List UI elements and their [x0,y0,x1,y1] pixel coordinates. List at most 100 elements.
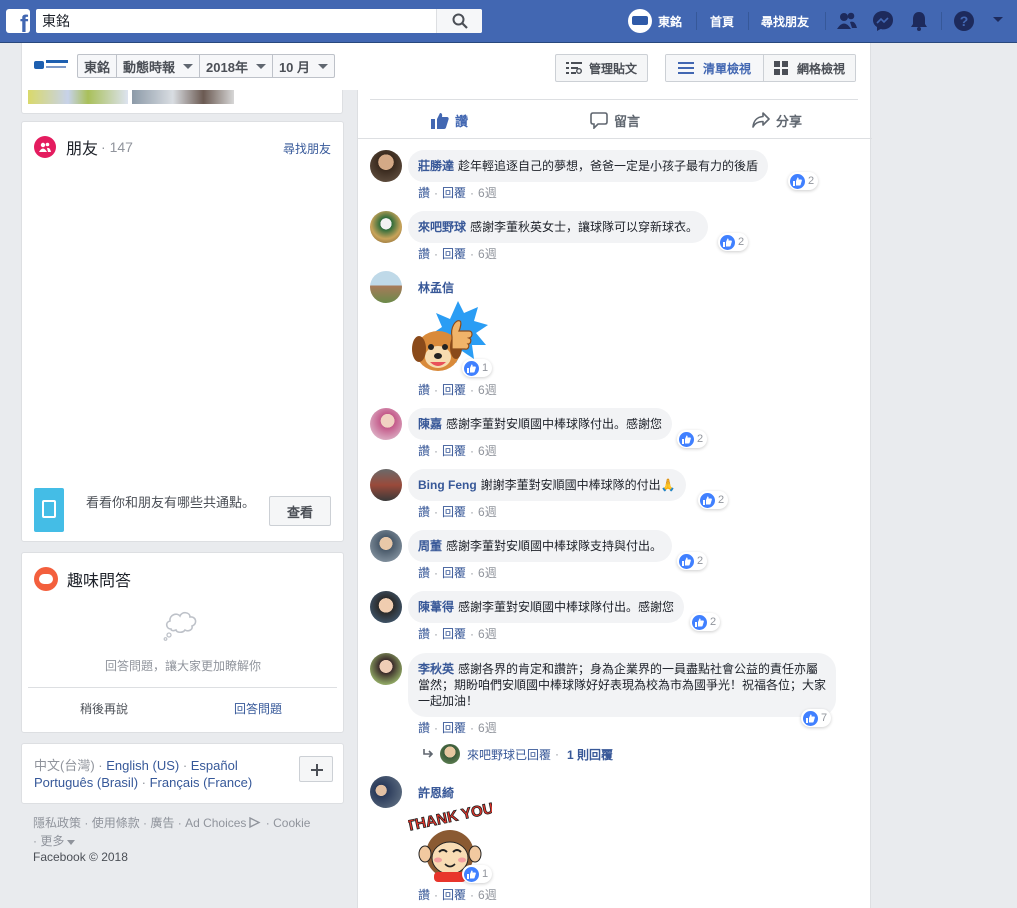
comment-reaction-count[interactable]: 1 [462,359,493,377]
filter-name-dropdown[interactable]: 東銘 [78,55,118,77]
search-box [36,9,482,33]
footer-link[interactable]: Ad Choices [185,816,246,830]
comment-reaction-count[interactable]: 2 [718,233,749,251]
footer-link[interactable]: 廣告 [150,816,174,830]
footer-link[interactable]: 使用條款 [92,816,140,830]
comment-like-link[interactable]: 讚 [418,566,430,580]
find-friends-link[interactable]: 尋找朋友 [761,13,809,30]
comment-reaction-count[interactable]: 2 [788,172,819,190]
comment-time[interactable]: 6週 [478,247,497,261]
footer-link[interactable]: Cookie [273,816,310,830]
photo-thumbnail[interactable] [132,90,234,104]
commenter-avatar[interactable] [370,530,402,562]
qa-later-button[interactable]: 稍後再說 [80,700,128,717]
comment-reaction-count[interactable]: 2 [677,552,708,570]
share-arrow-icon [752,112,770,128]
profile-link[interactable]: 東銘 [628,9,682,33]
comment-time[interactable]: 6週 [478,186,497,200]
commenter-name[interactable]: 許恩綺 [418,784,454,801]
find-friends-link[interactable]: 尋找朋友 [283,140,331,157]
language-option[interactable]: Español [191,758,238,773]
manage-posts-button[interactable]: 管理貼文 [555,54,649,82]
grid-view-button[interactable]: 網格檢視 [764,55,856,81]
commenter-name[interactable]: 李秋英 [418,662,454,676]
commenter-avatar[interactable] [370,653,402,685]
commenter-name[interactable]: 林孟信 [418,279,454,296]
comment-time[interactable]: 6週 [478,505,497,519]
comment-reply-link[interactable]: 回覆 [442,505,466,519]
comment-reply-link[interactable]: 回覆 [442,721,466,735]
help-icon[interactable]: ? [953,10,975,32]
comment-button[interactable]: 留言 [590,101,640,139]
commenter-avatar[interactable] [370,271,402,303]
commenter-name[interactable]: 陳葦得 [418,600,454,614]
language-option[interactable]: English (US) [106,758,179,773]
share-button[interactable]: 分享 [752,101,802,139]
home-link[interactable]: 首頁 [710,13,734,30]
comment-time[interactable]: 6週 [478,627,497,641]
comment-like-link[interactable]: 讚 [418,247,430,261]
comment-reply-link[interactable]: 回覆 [442,888,466,902]
friend-requests-icon[interactable] [836,10,858,32]
comment-time[interactable]: 6週 [478,888,497,902]
notifications-bell-icon[interactable] [908,10,930,32]
photo-thumbnail[interactable] [28,90,128,104]
more-languages-button[interactable] [299,756,333,782]
comment-reaction-count[interactable]: 2 [690,613,721,631]
replies-summary[interactable]: 來吧野球 已回覆 · 1 則回覆 [422,744,613,764]
language-panel: 中文(台灣) · English (US) · Español Portuguê… [21,743,344,804]
search-input[interactable] [36,9,436,33]
commenter-name[interactable]: 陳嘉 [418,417,442,431]
comment-reaction-count[interactable]: 2 [677,430,708,448]
facebook-logo-icon[interactable]: f [6,9,30,33]
comment-reaction-count[interactable]: 7 [801,709,832,727]
view-mutual-button[interactable]: 查看 [269,496,331,526]
search-button[interactable] [436,9,482,33]
commenter-name[interactable]: Bing Feng [418,478,477,492]
footer-link[interactable]: 隱私政策 [33,816,81,830]
commenter-name[interactable]: 莊勝達 [418,159,454,173]
filter-month-dropdown[interactable]: 10 月 [273,55,334,77]
commenter-avatar[interactable] [370,469,402,501]
commenter-avatar[interactable] [370,591,402,623]
comment-like-link[interactable]: 讚 [418,721,430,735]
qa-answer-button[interactable]: 回答問題 [234,700,282,717]
filter-year-dropdown[interactable]: 2018年 [200,55,273,77]
list-view-button[interactable]: 清單檢視 [666,55,765,81]
comment-time[interactable]: 6週 [478,444,497,458]
comment-like-link[interactable]: 讚 [418,383,430,397]
reaction-count: 2 [697,555,704,567]
comment-like-link[interactable]: 讚 [418,888,430,902]
comment-like-link[interactable]: 讚 [418,627,430,641]
footer-more-link[interactable]: 更多 [40,834,64,848]
commenter-avatar[interactable] [370,150,402,182]
like-button[interactable]: 讚 [431,101,468,139]
commenter-name[interactable]: 來吧野球 [418,220,466,234]
account-menu-caret-icon[interactable] [992,16,1004,24]
messenger-icon[interactable] [872,10,894,32]
comment-like-link[interactable]: 讚 [418,444,430,458]
friends-title[interactable]: 朋友 [66,135,98,159]
comment-reply-link[interactable]: 回覆 [442,247,466,261]
comment-reply-link[interactable]: 回覆 [442,566,466,580]
comment-reply-link[interactable]: 回覆 [442,383,466,397]
language-option[interactable]: Português (Brasil) [34,775,138,790]
comment-reply-link[interactable]: 回覆 [442,627,466,641]
comment-like-link[interactable]: 讚 [418,505,430,519]
commenter-avatar[interactable] [370,408,402,440]
comment-like-link[interactable]: 讚 [418,186,430,200]
comment-time[interactable]: 6週 [478,721,497,735]
comment-reply-link[interactable]: 回覆 [442,444,466,458]
commenter-avatar[interactable] [370,211,402,243]
comment-reply-link[interactable]: 回覆 [442,186,466,200]
comment-reaction-count[interactable]: 1 [462,865,493,883]
comment-bubble-icon [590,111,608,129]
reaction-count: 1 [482,362,489,374]
filter-posts-dropdown[interactable]: 動態時報 [117,55,201,77]
commenter-avatar[interactable] [370,776,402,808]
comment-time[interactable]: 6週 [478,566,497,580]
commenter-name[interactable]: 周董 [418,539,442,553]
comment-reaction-count[interactable]: 2 [698,491,729,509]
language-option[interactable]: Français (France) [150,775,253,790]
comment-time[interactable]: 6週 [478,383,497,397]
